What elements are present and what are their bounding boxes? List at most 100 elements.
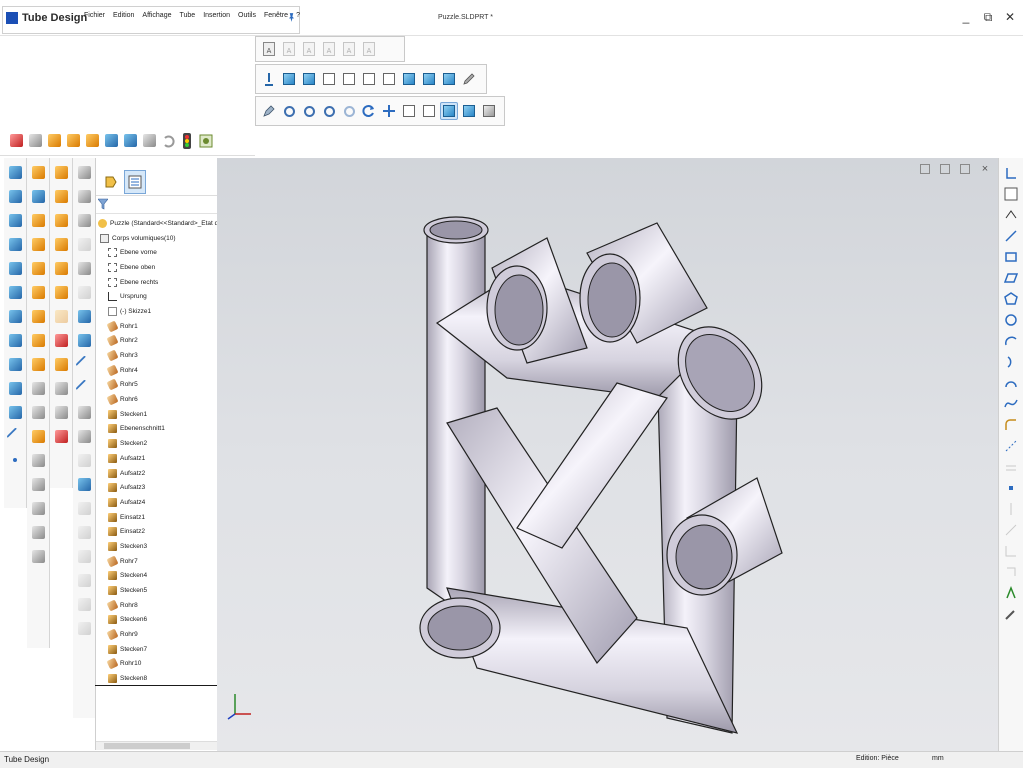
fitting-3-button[interactable] [29,210,47,230]
weld-7-button[interactable] [52,306,70,326]
line-button[interactable] [1003,227,1019,244]
relation-button[interactable] [1003,584,1019,601]
restore-button[interactable]: ⧉ [981,10,995,24]
tree-scrollbar[interactable] [96,741,218,750]
tree-item[interactable]: Stecken5 [96,583,218,598]
tree-item[interactable]: Rohr7 [96,554,218,569]
tree-item[interactable]: Aufsatz2 [96,466,218,481]
save-button[interactable] [103,133,119,149]
view-trimetric-button[interactable] [420,70,438,88]
weld-12-button[interactable] [52,426,70,446]
point-tool-button[interactable] [6,450,24,470]
tree-filter[interactable] [96,198,218,214]
extend-button[interactable] [1003,542,1019,559]
polygon-button[interactable] [1003,290,1019,307]
sketch-3-button[interactable] [75,210,93,230]
tree-item[interactable]: Ursprung [96,289,218,304]
sketch-8-button[interactable] [75,330,93,350]
tree-item[interactable]: Puzzle (Standard<<Standard>_Etat d'affic [96,216,218,231]
viewport-prev-icon[interactable] [920,164,930,174]
shaded-edges-button[interactable] [440,102,458,120]
tab-property-manager[interactable] [124,170,146,194]
new-document-button[interactable] [27,133,43,149]
sketch-7-button[interactable] [75,306,93,326]
tree-item[interactable]: Rohr5 [96,378,218,393]
menu-insertion[interactable]: Insertion [199,12,234,19]
fitting-4-button[interactable] [29,234,47,254]
tree-item[interactable]: Ebene oben [96,260,218,275]
fitting-15-button[interactable] [29,498,47,518]
export-button[interactable] [84,133,100,149]
edit-tool-button[interactable] [8,133,24,149]
fitting-5-button[interactable] [29,258,47,278]
fitting-1-button[interactable] [29,162,47,182]
tube-tool-8-button[interactable] [6,330,24,350]
open-button[interactable] [46,133,62,149]
tree-item[interactable]: Rohr8 [96,598,218,613]
rotate-button[interactable] [360,102,378,120]
pan-button[interactable] [380,102,398,120]
mirror-button[interactable] [1003,500,1019,517]
sketch-16-button[interactable] [75,522,93,542]
close-button[interactable]: ✕ [1003,10,1017,24]
sketch-button[interactable] [1003,164,1019,181]
fitting-9-button[interactable] [29,354,47,374]
tube-tool-11-button[interactable] [6,402,24,422]
sketch-18-button[interactable] [75,570,93,590]
weld-6-button[interactable] [52,282,70,302]
weld-1-button[interactable] [52,162,70,182]
tree-item[interactable]: Stecken8 [96,671,218,686]
parallelogram-button[interactable] [1003,269,1019,286]
appearance-button[interactable] [480,102,498,120]
tree-item[interactable]: Ebene rechts [96,275,218,290]
viewport-restore-icon[interactable] [960,164,970,174]
zoom-fit-button[interactable] [280,102,298,120]
arc-button[interactable] [1003,332,1019,349]
tree-item[interactable]: Rohr4 [96,363,218,378]
view-right-button[interactable] [340,70,358,88]
tree-item[interactable]: Stecken3 [96,539,218,554]
tree-item[interactable]: Rohr1 [96,319,218,334]
smart-dimension-button[interactable] [1003,206,1019,223]
fitting-16-button[interactable] [29,522,47,542]
weld-5-button[interactable] [52,258,70,278]
sketch-15-button[interactable] [75,498,93,518]
rectangle-button[interactable] [1003,248,1019,265]
view-front-button[interactable] [280,70,298,88]
tangent-arc-button[interactable] [1003,353,1019,370]
save-all-button[interactable] [122,133,138,149]
fitting-7-button[interactable] [29,306,47,326]
sketch-19-button[interactable] [75,594,93,614]
convert-button[interactable] [1003,563,1019,580]
note-tool-2-button[interactable]: A [280,40,298,58]
tree-item[interactable]: Rohr9 [96,627,218,642]
sketch-9-button[interactable] [74,354,94,374]
weld-3-button[interactable] [52,210,70,230]
menu-tube[interactable]: Tube [175,12,199,19]
zoom-in-out-button[interactable] [320,102,338,120]
tree-item[interactable]: Stecken1 [96,407,218,422]
view-left-button[interactable] [320,70,338,88]
note-tool-6-button[interactable]: A [360,40,378,58]
tree-item[interactable]: Stecken6 [96,613,218,628]
import-button[interactable] [65,133,81,149]
viewport-close-icon[interactable]: × [980,163,990,175]
weld-4-button[interactable] [52,234,70,254]
sketch-1-button[interactable] [75,162,93,182]
weld-11-button[interactable] [52,402,70,422]
sketch-5-button[interactable] [75,258,93,278]
fitting-2-button[interactable] [29,186,47,206]
tree-item[interactable]: Aufsatz1 [96,451,218,466]
fillet-button[interactable] [1003,416,1019,433]
rebuild-button[interactable] [179,132,195,149]
view-dimetric-button[interactable] [440,70,458,88]
fitting-12-button[interactable] [29,426,47,446]
tree-item[interactable]: Stecken7 [96,642,218,657]
sketch-2-button[interactable] [75,186,93,206]
tube-tool-6-button[interactable] [6,282,24,302]
tree-item[interactable]: Stecken4 [96,569,218,584]
weld-2-button[interactable] [52,186,70,206]
repair-button[interactable] [1003,605,1019,622]
sketch-6-button[interactable] [75,282,93,302]
zoom-selection-button[interactable] [340,102,358,120]
